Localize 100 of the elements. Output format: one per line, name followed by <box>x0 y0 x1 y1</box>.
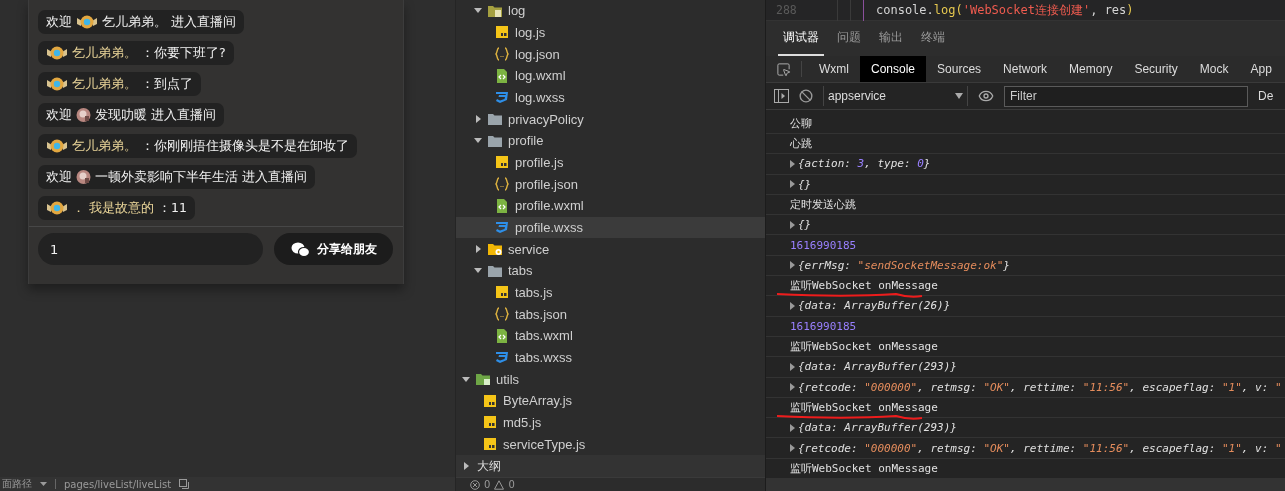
folder-icon <box>487 111 503 128</box>
log-text: {data: ArrayBuffer(293)} <box>798 421 957 435</box>
log-text: {} <box>798 218 812 232</box>
tree-item[interactable]: log.wxss <box>456 86 765 109</box>
devtools-tab[interactable]: Memory <box>1058 56 1124 82</box>
log-text: 监听WebSocket onMessage <box>790 460 938 476</box>
expand-arrow-icon[interactable] <box>790 180 795 189</box>
tree-item[interactable]: profile.wxml <box>456 194 765 217</box>
folder-icon <box>475 371 491 388</box>
tree-item[interactable]: log.json <box>456 43 765 65</box>
expand-arrow-icon[interactable] <box>790 261 795 270</box>
expand-arrow-icon[interactable] <box>790 159 795 168</box>
file-name: profile.json <box>515 176 578 192</box>
copy-icon[interactable] <box>179 479 190 489</box>
user-name: 乞儿弟弟。 <box>72 44 137 62</box>
caret-right-icon[interactable] <box>475 115 481 124</box>
log-text: 1616990185 <box>790 238 857 252</box>
welcome-text: 欢迎 <box>46 13 72 31</box>
devtools-tab[interactable]: App <box>1239 56 1283 82</box>
style-file-icon <box>494 89 510 106</box>
caret-down-icon <box>955 93 963 99</box>
tree-item[interactable]: tabs.json <box>456 303 765 325</box>
log-text: 监听WebSocket onMessage <box>790 278 938 294</box>
tree-item[interactable]: profile.json <box>456 173 765 195</box>
log-text: 心跳 <box>790 136 812 152</box>
file-name: tabs.json <box>515 306 568 322</box>
log-text: 监听WebSocket onMessage <box>790 339 938 355</box>
eye-icon[interactable] <box>978 88 994 104</box>
welcome-text: 欢迎 <box>46 168 72 186</box>
style-file-icon <box>494 219 510 236</box>
tree-item[interactable]: tabs.js <box>456 281 765 304</box>
tree-item[interactable]: log <box>456 0 765 22</box>
devtools-tab[interactable]: Mock <box>1188 56 1240 82</box>
expand-arrow-icon[interactable] <box>790 383 795 392</box>
file-name: serviceType.js <box>503 436 586 452</box>
file-name: md5.js <box>503 415 542 430</box>
tree-item[interactable]: profile.js <box>456 151 765 174</box>
devtools-tab[interactable]: Sources <box>926 56 993 82</box>
tree-item[interactable]: tabs.wxml <box>456 324 765 347</box>
panel-tab[interactable]: 问题 <box>832 21 866 56</box>
share-button[interactable]: 分享给朋友 <box>274 233 393 265</box>
panel-tab[interactable]: 输出 <box>874 21 908 56</box>
file-name: ByteArray.js <box>503 393 573 409</box>
tree-item[interactable]: md5.js <box>456 411 765 434</box>
medal-icon <box>76 14 98 30</box>
outline-label: 大纲 <box>477 457 501 475</box>
caret-right-icon[interactable] <box>464 462 469 470</box>
code-file-icon <box>494 197 510 214</box>
message-text: ：你要下班了? <box>141 44 226 62</box>
tree-item[interactable]: log.js <box>456 21 765 44</box>
user-name: 乞儿弟弟。 <box>72 137 137 155</box>
file-name: log.js <box>515 24 546 40</box>
caret-right-icon[interactable] <box>475 245 481 254</box>
expand-arrow-icon[interactable] <box>790 301 795 310</box>
log-levels-dropdown[interactable]: De <box>1258 89 1274 103</box>
tree-item[interactable]: log.wxml <box>456 64 765 87</box>
sidebar-toggle-icon[interactable] <box>774 89 789 103</box>
braces-icon <box>494 306 510 323</box>
devtools-tab[interactable]: Wxml <box>808 56 860 82</box>
log-text: {retcode: "000000", retmsg: "OK", rettime: "11:56", escapeflag: "1", v: " <box>798 441 1282 455</box>
outline-header[interactable]: 大纲 <box>456 455 765 477</box>
filter-input[interactable]: Filter <box>1004 85 1248 107</box>
medal-icon <box>46 76 68 92</box>
clear-console-icon[interactable] <box>799 89 813 103</box>
page-path-label: 面路径 <box>2 477 32 491</box>
tree-item[interactable]: serviceType.js <box>456 433 765 455</box>
caret-down-icon[interactable] <box>462 376 470 382</box>
tree-item[interactable]: profile.wxss <box>456 216 765 239</box>
caret-down-icon[interactable] <box>474 138 482 144</box>
tree-item[interactable]: profile <box>456 129 765 152</box>
user-name: 一顿外卖影响下半年生活 <box>95 168 238 186</box>
element-picker-icon[interactable] <box>776 61 791 77</box>
file-name: utils <box>496 371 520 387</box>
tree-item[interactable]: tabs.wxss <box>456 346 765 369</box>
file-name: profile.wxml <box>515 198 584 214</box>
panel-tab[interactable]: 终端 <box>916 21 950 56</box>
expand-arrow-icon[interactable] <box>790 423 795 432</box>
file-name: log.json <box>515 46 560 62</box>
message-input[interactable]: 1 <box>38 233 263 265</box>
file-name: log <box>508 3 526 19</box>
devtools-tab[interactable]: Network <box>992 56 1059 82</box>
tree-item[interactable]: ByteArray.js <box>456 390 765 412</box>
log-text: {retcode: "000000", retmsg: "OK", rettime: "11:56", escapeflag: "1", v: " <box>798 380 1282 394</box>
tree-item[interactable]: tabs <box>456 259 765 282</box>
tree-item[interactable]: service <box>456 238 765 260</box>
file-name: profile.js <box>515 154 564 170</box>
context-dropdown[interactable]: appservice <box>823 86 968 106</box>
caret-down-icon[interactable] <box>474 8 482 14</box>
tree-item[interactable]: privacyPolicy <box>456 108 765 130</box>
expand-arrow-icon[interactable] <box>790 220 795 229</box>
devtools-tab[interactable]: Console <box>860 56 927 82</box>
expand-arrow-icon[interactable] <box>790 444 795 453</box>
medal-icon <box>46 200 68 216</box>
tree-item[interactable]: utils <box>456 368 765 390</box>
expand-arrow-icon[interactable] <box>790 362 795 371</box>
log-text: 监听WebSocket onMessage <box>790 399 938 415</box>
log-text: 公聊 <box>790 115 812 131</box>
devtools-tab[interactable]: Security <box>1123 56 1189 82</box>
round-badge-icon <box>76 107 91 123</box>
caret-down-icon[interactable] <box>474 268 482 274</box>
